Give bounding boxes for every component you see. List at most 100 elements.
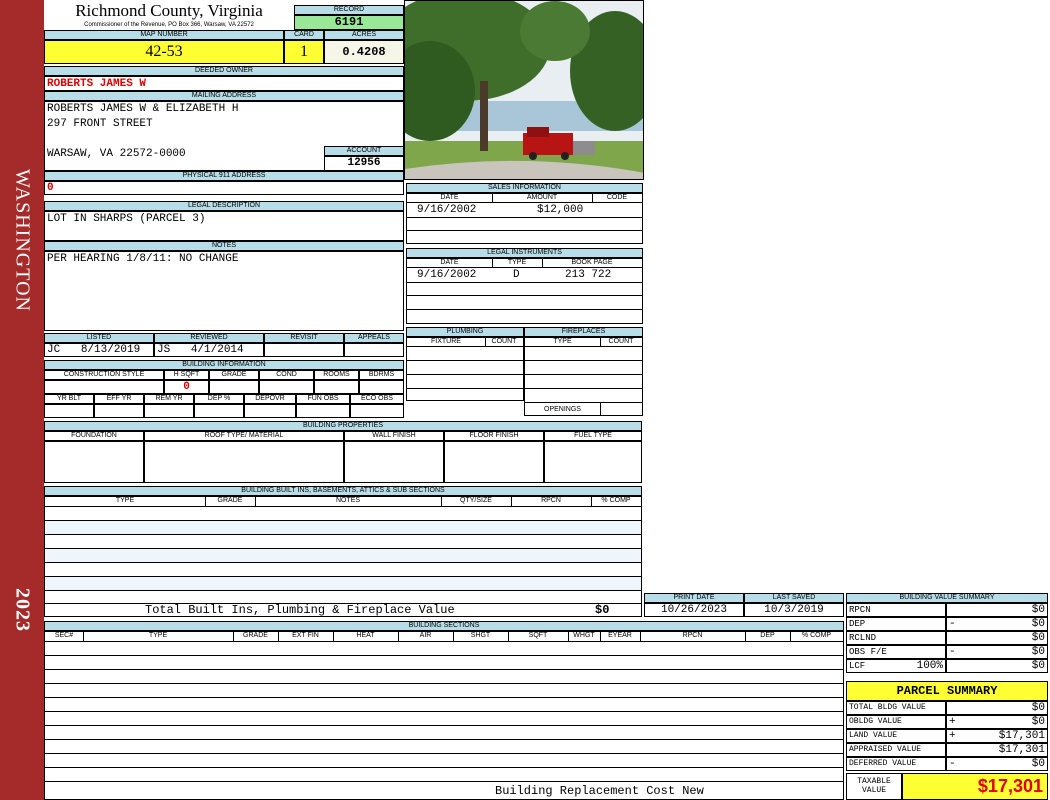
mailing-line1: ROBERTS JAMES W & ELIZABETH H [47, 103, 239, 115]
notes-label: NOTES [44, 241, 404, 251]
builtins-title: BUILDING BUILT INS, BASEMENTS, ATTICS & … [44, 486, 642, 496]
li-book-header: BOOK PAGE [571, 259, 613, 266]
bvs-obs-cell: - $0 [946, 645, 1048, 659]
sales-title: SALES INFORMATION [406, 183, 643, 193]
bi-funobs-header: FUN OBS [296, 394, 350, 404]
revisit-value [264, 343, 344, 357]
plumbing-title: PLUMBING [406, 327, 524, 337]
bvs-dep-value: $0 [1031, 618, 1045, 630]
physical-address-label: PHYSICAL 911 ADDRESS [44, 171, 404, 181]
map-label: MAP NUMBER [44, 30, 284, 40]
parcel-summary-table: TOTAL BLDG VALUE $0 OBLDG VALUE + $0 LAN… [846, 701, 1048, 771]
bs-eyear-header: EYEAR [608, 632, 632, 639]
review-block: LISTED REVIEWED REVISIT APPEALS JC 8/13/… [44, 333, 404, 357]
builtins-total-label: Total Built Ins, Plumbing & Fireplace Va… [145, 603, 455, 617]
fireplaces-openings-label: OPENINGS [544, 406, 581, 413]
bvs-rclnd-value: $0 [1031, 632, 1045, 644]
bvs-dep-cell: - $0 [946, 617, 1048, 631]
bvs-lcf-value: $0 [1031, 660, 1045, 672]
parcel-summary-title: PARCEL SUMMARY [846, 681, 1048, 701]
bs-comp-header: % COMP [801, 632, 832, 639]
sidebar [0, 0, 44, 800]
sales-table: DATE AMOUNT CODE 9/16/2002 $12,000 [406, 193, 643, 244]
ps-appraised-label: APPRAISED VALUE [846, 743, 946, 757]
ps-obldg-sign: + [949, 716, 956, 728]
bvs-obs-sign: - [949, 646, 956, 658]
bvs-obs-label: OBS F/E [846, 645, 946, 659]
plumbing-table: FIXTURE COUNT [406, 337, 524, 401]
card-number: 1 [284, 40, 324, 64]
bs-air-header: AIR [419, 632, 432, 639]
bp-wall-header: WALL FINISH [344, 431, 444, 441]
li-book: 213 722 [565, 269, 612, 281]
legal-instruments-title: LEGAL INSTRUMENTS [406, 248, 643, 258]
reviewed-value: JS 4/1/2014 [154, 343, 264, 357]
ps-obldg-cell: + $0 [946, 715, 1048, 729]
bi-cond-header: COND [259, 370, 314, 380]
reviewed-label: REVIEWED [154, 333, 264, 343]
last-saved: 10/3/2019 [744, 603, 844, 617]
fireplaces-table: TYPE COUNT OPENINGS [524, 337, 643, 416]
ps-land-label: LAND VALUE [846, 729, 946, 743]
ps-total-bldg-label: TOTAL BLDG VALUE [846, 701, 946, 715]
map-number: 42-53 [44, 40, 284, 64]
bvs-lcf-extra: 100% [916, 660, 943, 672]
sales-date: 9/16/2002 [417, 204, 477, 216]
bi-hsqft-value: 0 [164, 380, 209, 394]
bvs-table: RPCN $0 DEP - $0 RCLND $0 OBS F/E - $0 L… [846, 603, 1048, 673]
bvs-rpcn-label: RPCN [846, 603, 946, 617]
record-value: 6191 [294, 15, 404, 30]
year-label: 2023 [11, 588, 34, 632]
bi-rooms-header: ROOMS [314, 370, 359, 380]
listed-label: LISTED [44, 333, 154, 343]
reviewed-by: JS [157, 344, 171, 356]
building-properties-title: BUILDING PROPERTIES [44, 421, 642, 431]
acres-value: 0.4208 [324, 40, 404, 64]
print-date: 10/26/2023 [644, 603, 744, 617]
bt-rpcn-header: RPCN [541, 497, 561, 504]
li-date-header: DATE [440, 259, 459, 266]
bp-floor-header: FLOOR FINISH [444, 431, 544, 441]
bi-effyr-header: EFF YR [94, 394, 144, 404]
listed-date: 8/13/2019 [80, 344, 141, 356]
bp-foundation-header: FOUNDATION [44, 431, 144, 441]
bs-dep-header: DEP [760, 632, 775, 639]
bvs-dep-label: DEP [846, 617, 946, 631]
sales-amount-header: AMOUNT [526, 194, 558, 201]
bvs-rclnd-label: RCLND [846, 631, 946, 645]
account-value: 12956 [324, 156, 404, 171]
listed-value: JC 8/13/2019 [44, 343, 154, 357]
deeded-owner-label: DEEDED OWNER [44, 66, 404, 76]
account-label: ACCOUNT [324, 146, 404, 156]
fireplaces-count-header: COUNT [608, 338, 634, 345]
li-type-header: TYPE [507, 259, 527, 266]
sales-date-header: DATE [440, 194, 459, 201]
revisit-label: REVISIT [264, 333, 344, 343]
county-title: Richmond County, Virginia [75, 1, 263, 20]
county-address: Commissioner of the Revenue, PO Box 366,… [84, 22, 254, 28]
bvs-obs-value: $0 [1031, 646, 1045, 658]
ps-obldg-label: OBLDG VALUE [846, 715, 946, 729]
bs-heat-header: HEAT [356, 632, 375, 639]
physical-address: 0 [44, 181, 404, 195]
mailing-address-label: MAILING ADDRESS [44, 91, 404, 101]
print-date-label: PRINT DATE [644, 593, 744, 603]
last-saved-label: LAST SAVED [744, 593, 844, 603]
bs-sqft-header: SQFT [528, 632, 548, 639]
bt-grade-header: GRADE [217, 497, 243, 504]
deeded-owner: ROBERTS JAMES W [44, 76, 404, 91]
legal-instruments-table: DATE TYPE BOOK PAGE 9/16/2002 D 213 722 [406, 258, 643, 324]
bi-yrblt-header: YR BLT [44, 394, 94, 404]
ps-total-bldg-cell: $0 [946, 701, 1048, 715]
bs-rpcn-header: RPCN [682, 632, 703, 639]
bp-fuel-header: FUEL TYPE [544, 431, 642, 441]
ps-deferred-value: $0 [1031, 758, 1045, 770]
legal-description: LOT IN SHARPS (PARCEL 3) [44, 211, 404, 241]
bi-depovr-header: DEPOVR [244, 394, 296, 404]
bi-remyr-header: REM YR [144, 394, 194, 404]
bvs-title: BUILDING VALUE SUMMARY [846, 593, 1048, 603]
builtins-total-value: $0 [595, 603, 610, 617]
reviewed-date: 4/1/2014 [190, 344, 244, 356]
building-sections-title: BUILDING SECTIONS [44, 621, 844, 631]
ps-appraised-value: $17,301 [998, 744, 1045, 756]
